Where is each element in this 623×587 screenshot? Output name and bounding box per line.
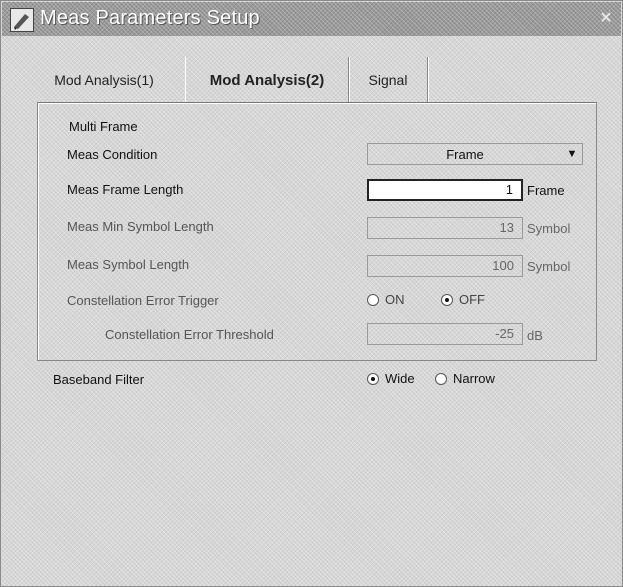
window-title: Meas Parameters Setup [40,7,260,29]
dialog-window: Meas Parameters Setup ✕ Mod Analysis(1) … [0,0,623,587]
constellation-threshold-label: Constellation Error Threshold [105,327,274,342]
constellation-trigger-on-radio[interactable]: ON [367,292,405,307]
radio-label: ON [385,292,405,307]
tab-mod-analysis-2[interactable]: Mod Analysis(2) [185,57,349,103]
baseband-filter-label: Baseband Filter [53,372,145,387]
frame-length-input[interactable]: 1 [367,179,523,201]
tab-label: Mod Analysis(1) [54,72,154,88]
min-symbol-length-input[interactable]: 13 [367,217,523,239]
min-symbol-length-label: Meas Min Symbol Length [67,219,214,234]
meas-condition-label: Meas Condition [67,147,158,162]
radio-dot-selected [367,372,379,385]
frame-length-label: Meas Frame Length [67,182,184,197]
tab-label: Signal [368,72,408,88]
chevron-down-icon[interactable]: ▼ [562,148,582,160]
constellation-trigger-off-radio[interactable]: OFF [441,292,485,307]
radio-dot [435,372,447,385]
group-title: Multi Frame [69,119,138,134]
radio-label: Wide [385,371,415,386]
symbol-length-input[interactable]: 100 [367,255,523,277]
close-icon[interactable]: ✕ [597,10,615,28]
title-bar: Meas Parameters Setup ✕ [2,2,621,36]
meas-condition-select[interactable]: Frame ▼ [367,143,583,165]
min-symbol-length-unit: Symbol [527,221,571,236]
radio-dot [367,293,379,306]
symbol-length-label: Meas Symbol Length [67,257,190,272]
app-pen-icon [10,8,34,32]
tab-mod-analysis-1[interactable]: Mod Analysis(1) [25,57,183,103]
constellation-trigger-label: Constellation Error Trigger [67,293,219,308]
radio-label: OFF [459,292,485,307]
radio-label: Narrow [453,371,495,386]
radio-dot-selected [441,293,453,306]
frame-length-unit: Frame [527,183,565,198]
baseband-filter-wide-radio[interactable]: Wide [367,371,415,386]
meas-condition-value: Frame [446,146,484,162]
constellation-threshold-unit: dB [527,328,543,343]
tab-label: Mod Analysis(2) [209,71,325,89]
constellation-threshold-input[interactable]: -25 [367,323,523,345]
tab-signal[interactable]: Signal [349,57,428,103]
baseband-filter-narrow-radio[interactable]: Narrow [435,371,495,386]
symbol-length-unit: Symbol [527,259,571,274]
